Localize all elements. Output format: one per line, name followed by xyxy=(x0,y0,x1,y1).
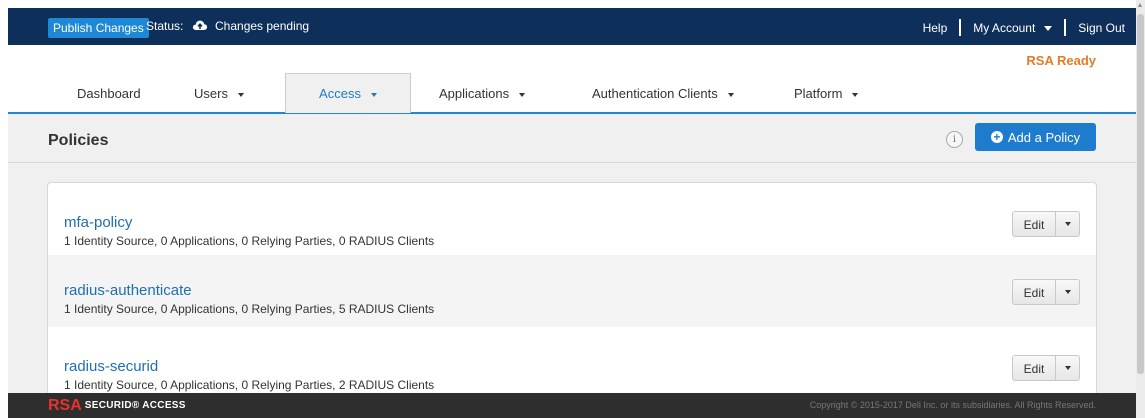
publish-changes-button[interactable]: Publish Changes xyxy=(48,18,149,38)
edit-button-group: Edit xyxy=(1012,279,1082,305)
tab-label: Users xyxy=(194,86,228,101)
main-tabs: Dashboard Users Access Applications Auth… xyxy=(8,73,1136,113)
tab-label: Authentication Clients xyxy=(592,86,718,101)
policy-list: mfa-policy 1 Identity Source, 0 Applicat… xyxy=(47,182,1097,404)
info-icon[interactable]: i xyxy=(946,131,963,148)
top-bar: Publish Changes Status: Changes pending … xyxy=(8,8,1136,45)
edit-dropdown-button[interactable] xyxy=(1056,355,1080,381)
policy-name-link[interactable]: radius-authenticate xyxy=(64,282,192,299)
tab-dashboard[interactable]: Dashboard xyxy=(77,74,141,111)
sign-out-link[interactable]: Sign Out xyxy=(1078,21,1125,35)
list-item: mfa-policy 1 Identity Source, 0 Applicat… xyxy=(48,183,1096,255)
edit-dropdown-button[interactable] xyxy=(1056,279,1080,305)
status-value: Changes pending xyxy=(215,19,310,33)
chevron-down-icon xyxy=(237,92,244,97)
chevron-down-icon xyxy=(727,92,734,97)
edit-button-group: Edit xyxy=(1012,211,1082,237)
tab-label: Dashboard xyxy=(77,86,141,101)
add-policy-button[interactable]: + Add a Policy xyxy=(975,123,1096,151)
footer: RSA SECURID® ACCESS Copyright © 2015-201… xyxy=(8,393,1136,418)
policy-description: 1 Identity Source, 0 Applications, 0 Rel… xyxy=(64,234,435,248)
tab-platform[interactable]: Platform xyxy=(794,74,859,111)
chevron-down-icon xyxy=(370,92,377,97)
chevron-down-icon xyxy=(1064,290,1071,294)
rsa-logo-mark: RSA xyxy=(48,396,82,414)
policy-description: 1 Identity Source, 0 Applications, 0 Rel… xyxy=(64,302,435,316)
copyright-text: Copyright © 2015-2017 Dell Inc. or its s… xyxy=(809,400,1096,410)
chevron-down-icon xyxy=(852,92,859,97)
edit-dropdown-button[interactable] xyxy=(1056,211,1080,237)
app-frame: Publish Changes Status: Changes pending … xyxy=(8,8,1136,418)
chevron-down-icon xyxy=(519,92,526,97)
list-item: radius-securid 1 Identity Source, 0 Appl… xyxy=(48,327,1096,399)
nav-separator xyxy=(1064,19,1067,36)
chevron-down-icon xyxy=(1064,366,1071,370)
top-right-nav: Help My Account Sign Out xyxy=(923,19,1125,36)
rsa-securid-logo: RSA SECURID® ACCESS xyxy=(48,397,186,414)
edit-button[interactable]: Edit xyxy=(1012,211,1056,237)
cloud-upload-icon xyxy=(192,20,208,30)
tab-access[interactable]: Access xyxy=(285,73,411,113)
plus-circle-icon: + xyxy=(990,131,1003,143)
tab-users[interactable]: Users xyxy=(194,74,244,111)
list-item: radius-authenticate 1 Identity Source, 0… xyxy=(48,255,1096,327)
rsa-logo-text: SECURID® ACCESS xyxy=(84,400,186,411)
edit-button[interactable]: Edit xyxy=(1012,279,1056,305)
scroll-up-arrow-icon[interactable] xyxy=(1138,3,1142,7)
tab-label: Access xyxy=(319,86,361,101)
policy-name-link[interactable]: radius-securid xyxy=(64,358,158,375)
my-account-menu[interactable]: My Account xyxy=(973,20,1053,35)
tab-authentication-clients[interactable]: Authentication Clients xyxy=(592,74,734,111)
my-account-label: My Account xyxy=(973,20,1036,35)
tab-label: Platform xyxy=(794,86,843,101)
vertical-scrollbar[interactable] xyxy=(1136,0,1145,418)
help-link[interactable]: Help xyxy=(923,21,948,35)
tab-label: Applications xyxy=(439,86,510,101)
chevron-down-icon xyxy=(1064,222,1071,226)
edit-button-group: Edit xyxy=(1012,355,1082,381)
status-label: Status: xyxy=(146,19,184,33)
policy-name-link[interactable]: mfa-policy xyxy=(64,214,132,231)
edit-button[interactable]: Edit xyxy=(1012,355,1056,381)
nav-separator xyxy=(959,19,962,36)
rsa-ready-link[interactable]: RSA Ready xyxy=(1026,53,1096,68)
add-policy-label: Add a Policy xyxy=(1007,129,1081,145)
page-title: Policies xyxy=(48,132,109,149)
scrollbar-thumb[interactable] xyxy=(1137,14,1144,374)
chevron-down-icon xyxy=(1044,25,1053,31)
header-divider xyxy=(8,162,1136,163)
tab-applications[interactable]: Applications xyxy=(439,74,526,111)
policy-description: 1 Identity Source, 0 Applications, 0 Rel… xyxy=(64,378,435,392)
